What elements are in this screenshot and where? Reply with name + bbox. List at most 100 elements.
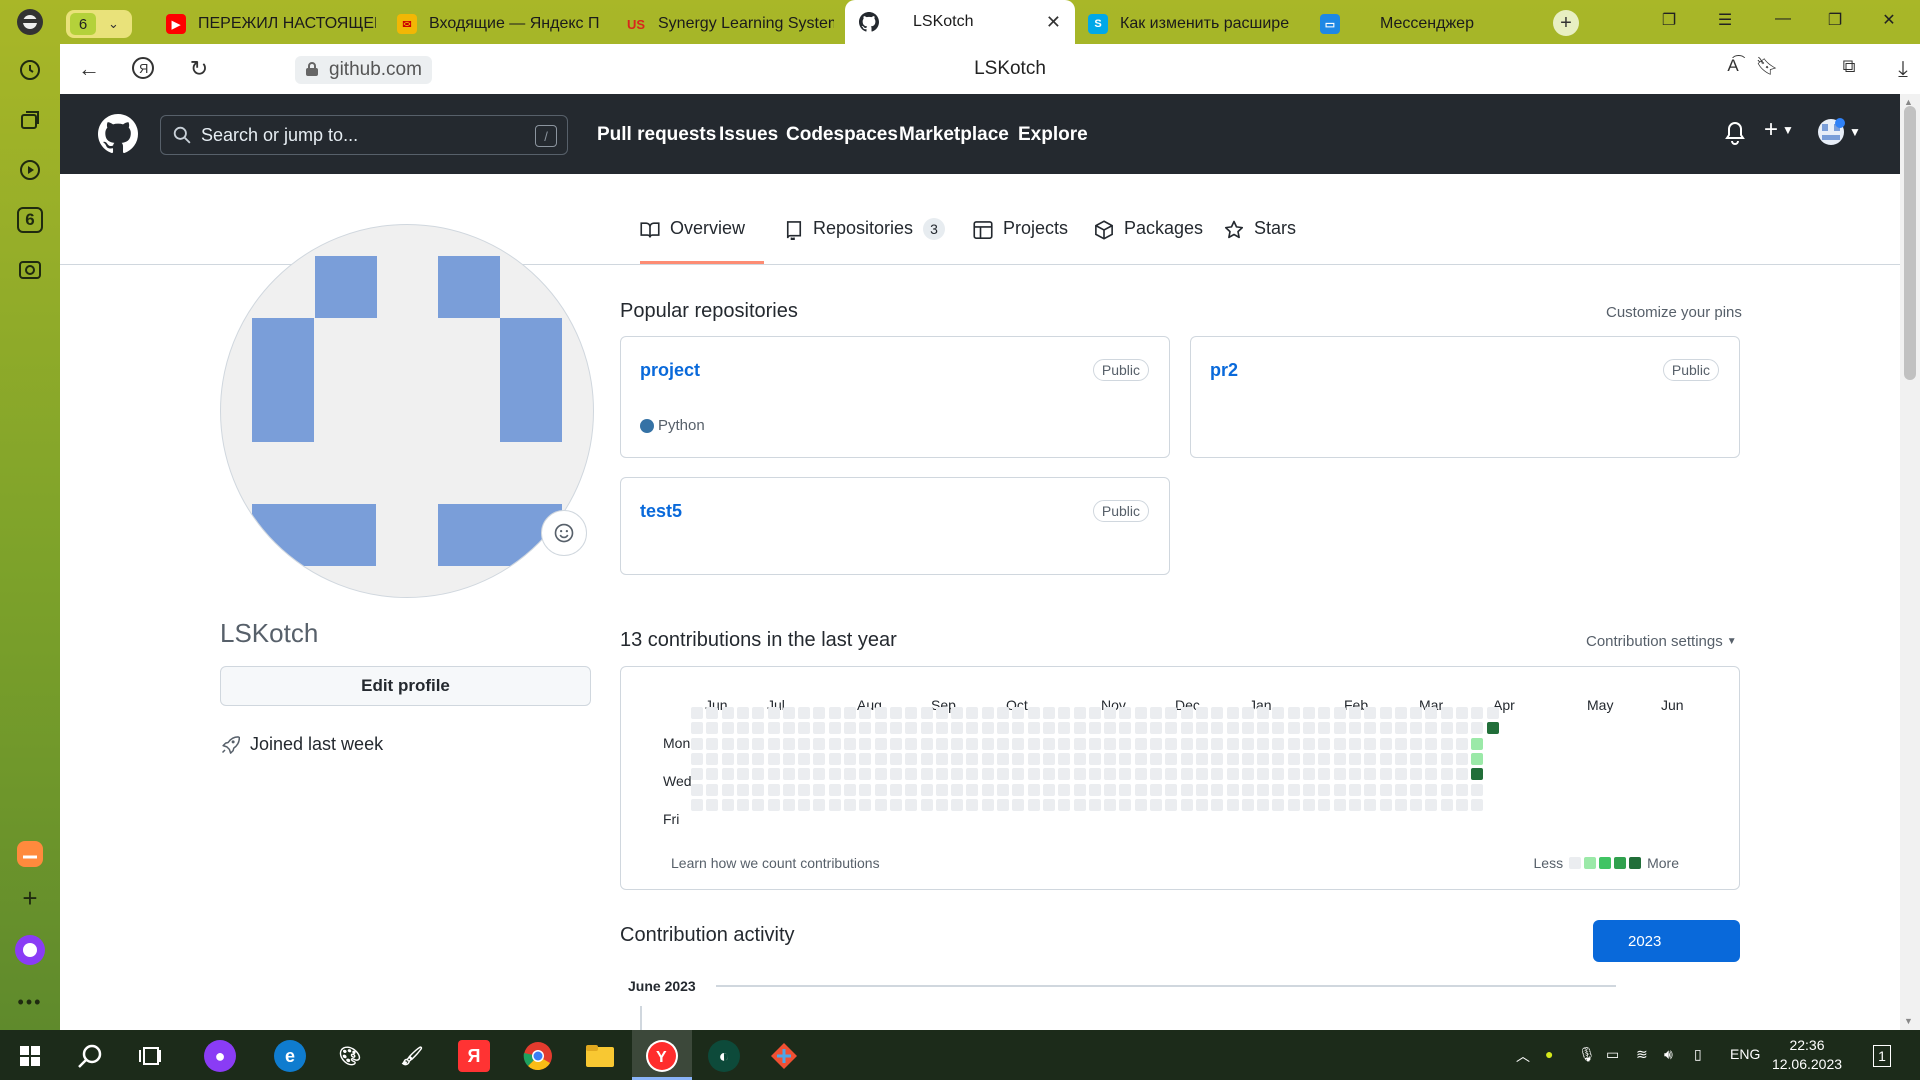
contribution-day[interactable]	[1165, 737, 1178, 750]
contribution-day[interactable]	[706, 722, 719, 735]
contribution-day[interactable]	[706, 752, 719, 765]
contribution-day[interactable]	[1364, 722, 1377, 735]
contribution-day[interactable]	[1134, 737, 1147, 750]
contribution-day[interactable]	[1318, 722, 1331, 735]
contribution-day[interactable]	[905, 768, 918, 781]
contribution-day[interactable]	[691, 798, 703, 811]
contribution-day[interactable]	[1456, 752, 1468, 765]
search-icon[interactable]	[74, 1040, 106, 1072]
contribution-day[interactable]	[951, 737, 964, 750]
contribution-day[interactable]	[1211, 752, 1224, 765]
contribution-day[interactable]	[1456, 783, 1468, 796]
contribution-day[interactable]	[1287, 722, 1300, 735]
contribution-day[interactable]	[1012, 798, 1025, 811]
contribution-day[interactable]	[1241, 722, 1254, 735]
contribution-day[interactable]	[1394, 737, 1407, 750]
contribution-day[interactable]	[874, 768, 887, 781]
contribution-day[interactable]	[1456, 768, 1468, 781]
contribution-day[interactable]	[721, 752, 734, 765]
minimize-icon[interactable]: —	[1768, 10, 1798, 28]
contribution-day[interactable]	[1348, 737, 1361, 750]
contribution-day[interactable]	[1150, 798, 1162, 811]
bell-icon[interactable]	[1724, 121, 1746, 145]
contribution-day[interactable]	[782, 752, 795, 765]
contribution-day[interactable]	[813, 707, 826, 719]
contribution-day[interactable]	[1134, 768, 1147, 781]
contribution-day[interactable]	[752, 752, 765, 765]
contribution-day[interactable]	[951, 768, 964, 781]
contribution-day[interactable]	[1241, 768, 1254, 781]
contribution-day[interactable]	[1150, 783, 1162, 796]
contribution-day[interactable]	[859, 722, 872, 735]
file-explorer-icon[interactable]	[584, 1040, 616, 1072]
contribution-day[interactable]	[1272, 737, 1285, 750]
contribution-day[interactable]	[1272, 783, 1285, 796]
contribution-day[interactable]	[981, 783, 994, 796]
contribution-day[interactable]	[1318, 798, 1331, 811]
contribution-day[interactable]	[1226, 768, 1239, 781]
contribution-day[interactable]	[721, 707, 734, 719]
contribution-day[interactable]	[935, 783, 948, 796]
contribution-day[interactable]	[767, 707, 780, 719]
contribution-day[interactable]	[1058, 768, 1071, 781]
contribution-day[interactable]	[1150, 752, 1162, 765]
contribution-day[interactable]	[920, 737, 933, 750]
contribution-day[interactable]	[1241, 737, 1254, 750]
contribution-day[interactable]	[844, 768, 856, 781]
contribution-day[interactable]	[782, 722, 795, 735]
protect-icon[interactable]: ⧉	[1836, 56, 1862, 77]
contribution-day[interactable]	[1440, 707, 1453, 719]
yandex-icon[interactable]: Я	[458, 1040, 490, 1072]
contribution-day[interactable]	[1410, 752, 1423, 765]
contribution-day[interactable]	[997, 783, 1009, 796]
contribution-day[interactable]	[981, 752, 994, 765]
close-icon[interactable]: ✕	[1046, 12, 1061, 33]
contribution-day[interactable]	[1104, 707, 1117, 719]
contribution-day[interactable]	[691, 737, 703, 750]
contribution-day[interactable]	[889, 798, 902, 811]
contribution-day[interactable]	[844, 722, 856, 735]
contribution-day[interactable]	[997, 737, 1009, 750]
contribution-day[interactable]	[1042, 783, 1055, 796]
contribution-day[interactable]	[1394, 768, 1407, 781]
contribution-day[interactable]	[935, 798, 948, 811]
contribution-day[interactable]	[1088, 737, 1101, 750]
contribution-day[interactable]	[1333, 798, 1346, 811]
contribution-day[interactable]	[828, 722, 841, 735]
contribution-day[interactable]	[966, 737, 979, 750]
contribution-day[interactable]	[874, 752, 887, 765]
contribution-day[interactable]	[1318, 783, 1331, 796]
contribution-day[interactable]	[752, 707, 765, 719]
contribution-day[interactable]	[1471, 798, 1484, 811]
contribution-day[interactable]	[1195, 707, 1208, 719]
user-menu-button[interactable]: ▼	[1817, 118, 1861, 146]
contribution-day[interactable]	[1042, 752, 1055, 765]
contribution-day[interactable]	[859, 798, 872, 811]
contribution-day[interactable]	[1287, 783, 1300, 796]
contribution-day[interactable]	[1027, 707, 1040, 719]
contribution-day[interactable]	[966, 798, 979, 811]
contribution-day[interactable]	[1012, 707, 1025, 719]
contribution-day[interactable]	[951, 722, 964, 735]
search-input[interactable]: Search or jump to... /	[160, 115, 568, 155]
contribution-day[interactable]	[706, 737, 719, 750]
collections-icon[interactable]	[12, 102, 48, 138]
contribution-day[interactable]	[1241, 783, 1254, 796]
chrome-icon[interactable]	[522, 1040, 554, 1072]
tab-projects[interactable]: Projects	[973, 218, 1068, 264]
contribution-day[interactable]	[1180, 783, 1193, 796]
nav-marketplace[interactable]: Marketplace	[899, 124, 1009, 146]
contribution-day[interactable]	[1272, 752, 1285, 765]
contribution-day[interactable]	[1027, 722, 1040, 735]
history-icon[interactable]	[12, 52, 48, 88]
contribution-day[interactable]	[706, 707, 719, 719]
contribution-day[interactable]	[828, 798, 841, 811]
contribution-day[interactable]	[889, 707, 902, 719]
contribution-day[interactable]	[1150, 768, 1162, 781]
contribution-day[interactable]	[721, 783, 734, 796]
contribution-day[interactable]	[1471, 752, 1484, 765]
contribution-day[interactable]	[1195, 722, 1208, 735]
contribution-day[interactable]	[1012, 752, 1025, 765]
contribution-day[interactable]	[1379, 783, 1392, 796]
contribution-day[interactable]	[935, 722, 948, 735]
